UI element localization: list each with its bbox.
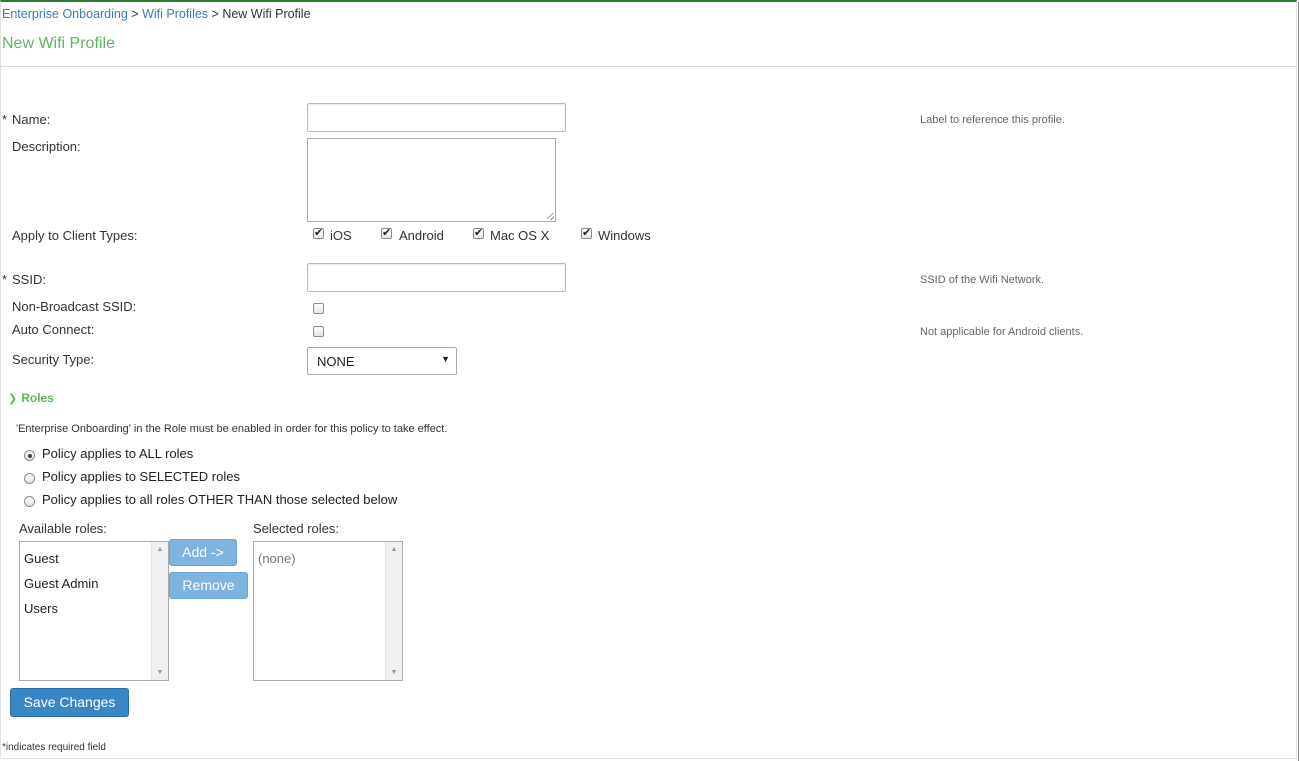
windows-checkbox[interactable] xyxy=(581,226,592,239)
roles-section-toggle[interactable]: ❯ Roles xyxy=(8,391,54,405)
policy-selected-roles-radio[interactable] xyxy=(24,473,35,484)
required-marker: * xyxy=(2,112,8,127)
security-type-label: Security Type: xyxy=(12,352,95,367)
roles-note: 'Enterprise Onboarding' in the Role must… xyxy=(16,423,448,435)
resize-grip-icon[interactable] xyxy=(547,213,554,220)
roles-heading: Roles xyxy=(21,391,54,405)
policy-all-roles-label[interactable]: Policy applies to ALL roles xyxy=(42,446,193,461)
required-field-note: *indicates required field xyxy=(2,742,106,753)
client-types-label: Apply to Client Types: xyxy=(12,228,138,243)
description-textarea[interactable] xyxy=(307,138,556,222)
breadcrumb-separator: > xyxy=(131,7,139,21)
policy-other-roles-radio[interactable] xyxy=(24,496,35,507)
ssid-input[interactable] xyxy=(307,263,566,292)
selected-roles-scrollbar[interactable]: ▲ ▼ xyxy=(385,542,402,680)
chevron-down-icon: ❯ xyxy=(8,392,18,405)
name-hint: Label to reference this profile. xyxy=(920,114,1065,126)
page-frame xyxy=(0,0,1297,759)
available-roles-scrollbar[interactable]: ▲ ▼ xyxy=(151,542,168,680)
scroll-up-arrow-icon[interactable]: ▲ xyxy=(152,546,168,553)
breadcrumb-wifi-profiles[interactable]: Wifi Profiles xyxy=(142,7,208,21)
security-type-select[interactable]: NONE ▼ xyxy=(307,347,457,375)
auto-connect-checkbox[interactable] xyxy=(313,326,324,337)
breadcrumb: Enterprise Onboarding > Wifi Profiles > … xyxy=(2,7,311,21)
breadcrumb-current: New Wifi Profile xyxy=(222,7,311,21)
add-role-button[interactable]: Add -> xyxy=(169,539,237,566)
breadcrumb-enterprise-onboarding[interactable]: Enterprise Onboarding xyxy=(2,7,128,21)
role-option-guest-admin[interactable]: Guest Admin xyxy=(24,576,98,591)
policy-all-roles-radio[interactable] xyxy=(24,450,35,461)
name-label: Name: xyxy=(12,112,51,127)
ssid-hint: SSID of the Wifi Network. xyxy=(920,274,1045,286)
breadcrumb-separator: > xyxy=(211,7,219,21)
scroll-up-arrow-icon[interactable]: ▲ xyxy=(386,546,402,553)
non-broadcast-checkbox[interactable] xyxy=(313,303,324,314)
android-checkbox[interactable] xyxy=(381,226,392,239)
dropdown-arrow-icon: ▼ xyxy=(441,354,450,364)
header-divider xyxy=(0,66,1297,67)
non-broadcast-label: Non-Broadcast SSID: xyxy=(12,299,137,314)
scroll-down-arrow-icon[interactable]: ▼ xyxy=(386,669,402,676)
selected-roles-empty: (none) xyxy=(258,551,296,566)
auto-connect-label: Auto Connect: xyxy=(12,322,95,337)
remove-role-button[interactable]: Remove xyxy=(169,572,248,599)
policy-other-roles-label[interactable]: Policy applies to all roles OTHER THAN t… xyxy=(42,492,397,507)
available-roles-label: Available roles: xyxy=(19,521,107,536)
name-input[interactable] xyxy=(307,103,566,132)
ios-checkbox[interactable] xyxy=(313,226,324,239)
macosx-label: Mac OS X xyxy=(490,228,550,243)
windows-label: Windows xyxy=(598,228,651,243)
android-label: Android xyxy=(399,228,444,243)
ssid-label: SSID: xyxy=(12,272,46,287)
macosx-checkbox[interactable] xyxy=(473,226,484,239)
available-roles-list[interactable]: Guest Guest Admin Users ▲ ▼ xyxy=(19,541,169,681)
auto-connect-hint: Not applicable for Android clients. xyxy=(920,326,1084,338)
role-option-guest[interactable]: Guest xyxy=(24,551,59,566)
required-marker: * xyxy=(2,272,8,287)
selected-roles-label: Selected roles: xyxy=(253,521,339,536)
policy-selected-roles-label[interactable]: Policy applies to SELECTED roles xyxy=(42,469,240,484)
ios-label: iOS xyxy=(330,228,352,243)
scroll-down-arrow-icon[interactable]: ▼ xyxy=(152,669,168,676)
page-title: New Wifi Profile xyxy=(2,35,115,52)
security-type-value: NONE xyxy=(317,354,355,369)
selected-roles-list[interactable]: (none) ▲ ▼ xyxy=(253,541,403,681)
role-option-users[interactable]: Users xyxy=(24,601,58,616)
description-label: Description: xyxy=(12,139,81,154)
save-changes-button[interactable]: Save Changes xyxy=(10,688,129,717)
